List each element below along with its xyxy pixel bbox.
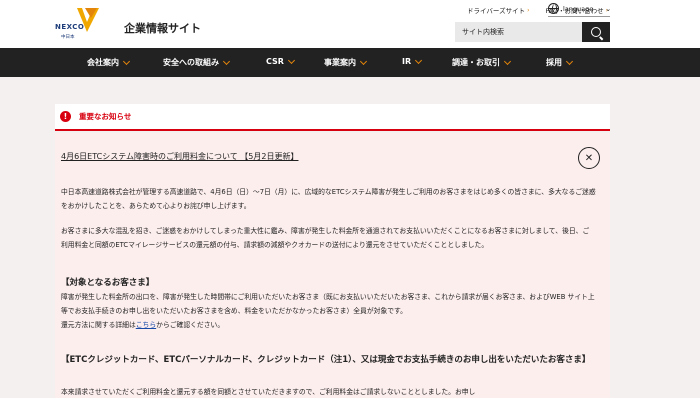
main-content: ! 重要なお知らせ 4月6日ETCシステム障害時のご利用料金について 【5月2日… [0,77,700,398]
language-underline [548,16,610,17]
nav-item-safety[interactable]: 安全への取組み [163,57,231,68]
chevron-right-icon: › [527,6,530,14]
section-heading-payment: 【ETCクレジットカード、ETCパーソナルカード、クレジットカード（注1）、又は… [61,355,591,365]
alert-icon: ! [60,111,71,122]
site-header: NEXCO 中日本 企業情報サイト ドライバーズサイト › FAQ・お問い合わせ… [0,0,700,48]
site-title[interactable]: 企業情報サイト [124,20,201,36]
language-selector[interactable]: language ⌄ [548,3,611,14]
globe-icon [548,3,559,14]
nav-item-company[interactable]: 会社案内 [87,57,131,68]
notice-paragraph-refund: お客さまに多大な混乱を招き、ご迷惑をおかけしてしまった重大性に鑑み、障害が発生し… [61,227,590,249]
chevron-down-icon [415,56,423,64]
nav-item-label: IR [402,57,412,66]
nav-item-label: 事業案内 [324,58,356,67]
nav-item-recruit[interactable]: 採用 [546,57,574,68]
details-link[interactable]: こちら [136,321,156,329]
nav-item-csr[interactable]: CSR [266,56,295,66]
close-button[interactable]: ✕ [578,147,600,169]
details-prefix: 還元方法に関する詳細は [61,321,136,329]
chevron-down-icon [222,57,231,65]
nav-item-label: CSR [266,57,284,66]
nav-item-label: 調達・お取引 [452,58,500,67]
notice-paragraph-payment: 本来請求させていただくご利用料金と還元する額を同額とさせていただきますので、ご利… [61,388,476,396]
nav-item-label: 安全への取組み [163,58,219,67]
drivers-site-link[interactable]: ドライバーズサイト › [467,5,530,16]
details-suffix: からご確認ください。 [156,321,225,329]
search-input[interactable] [455,22,582,42]
nav-item-ir[interactable]: IR [402,56,423,66]
language-label: language [563,4,594,13]
close-icon: ✕ [584,152,594,164]
notice-paragraph-apology: 中日本高速道路株式会社が管理する高速道路で、4月6日（日）～7日（月）に、広域的… [61,188,596,210]
nav-item-business[interactable]: 事業案内 [324,57,368,68]
logo-sub-text: 中日本 [61,35,75,40]
notice-panel: 4月6日ETCシステム障害時のご利用料金について 【5月2日更新】 ✕ 中日本高… [55,133,610,398]
important-notice-title: 重要なお知らせ [79,112,132,121]
drivers-site-label: ドライバーズサイト [467,7,526,15]
chevron-down-icon: ⌄ [605,4,612,13]
nexco-logo[interactable]: NEXCO 中日本 [55,6,117,44]
nav-item-label: 会社案内 [87,58,119,67]
chevron-down-icon [359,57,368,65]
chevron-down-icon [122,57,131,65]
search-button[interactable] [582,22,610,42]
chevron-down-icon [565,57,574,65]
notice-paragraph-eligible: 障害が発生した料金所の出口を、障害が発生した時間帯にご利用いただいたお客さま（既… [61,290,596,332]
site-search [455,22,610,42]
search-icon [591,27,601,37]
nav-item-procurement[interactable]: 調達・お取引 [452,57,512,68]
eligible-text: 障害が発生した料金所の出口を、障害が発生した時間帯にご利用いただいたお客さま（既… [61,293,595,315]
important-notice-bar: ! 重要なお知らせ [55,104,610,131]
chevron-down-icon [503,57,512,65]
logo-brand-text: NEXCO [55,23,85,31]
chevron-down-icon [287,56,295,64]
nav-item-label: 採用 [546,58,562,67]
notice-heading[interactable]: 4月6日ETCシステム障害時のご利用料金について 【5月2日更新】 [61,151,298,162]
global-nav: 会社案内 安全への取組み CSR 事業案内 IR 調達・お取引 採用 [0,48,700,77]
section-heading-eligible: 【対象となるお客さま】 [61,278,155,288]
